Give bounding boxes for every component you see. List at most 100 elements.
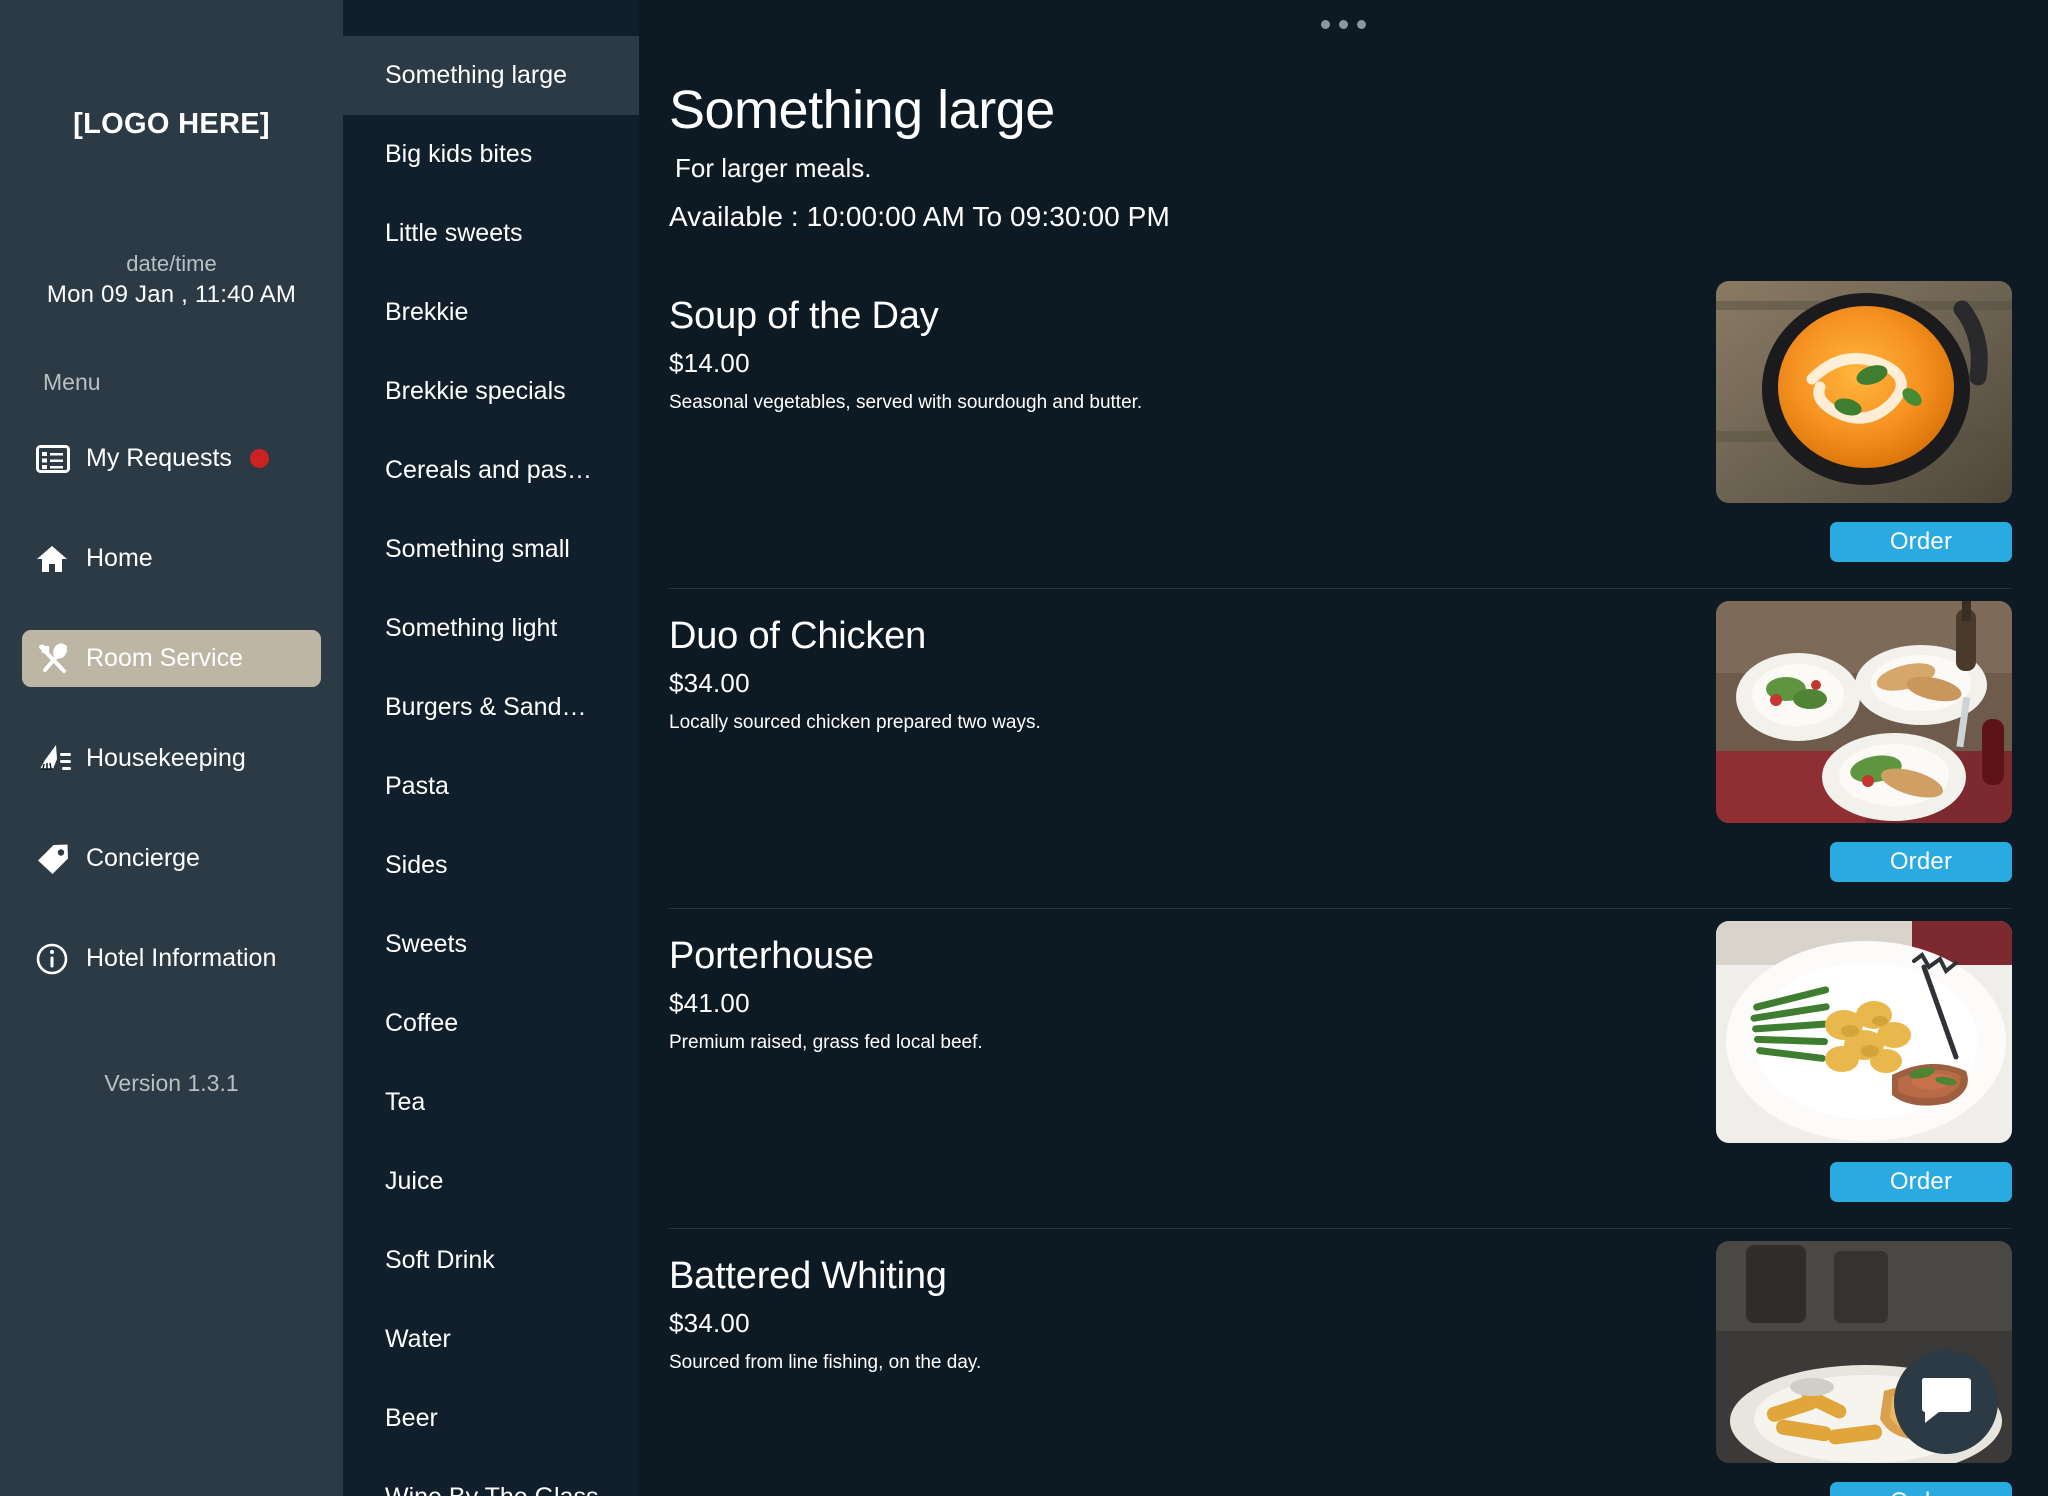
menu-item-name: Duo of Chicken bbox=[669, 614, 927, 657]
chat-button[interactable] bbox=[1894, 1350, 1998, 1454]
menu-item-info: Battered Whiting $34.00 Sourced from lin… bbox=[669, 1229, 1716, 1496]
category-item[interactable]: Pasta bbox=[343, 747, 639, 826]
category-label: Juice bbox=[385, 1167, 444, 1195]
category-label: Pasta bbox=[385, 772, 449, 800]
cutlery-icon bbox=[36, 642, 78, 675]
category-label: Soft Drink bbox=[385, 1246, 495, 1274]
category-label: Something small bbox=[385, 535, 570, 563]
sidebar-item-label: Home bbox=[86, 544, 153, 572]
menu-item-info: Soup of the Day $14.00 Seasonal vegetabl… bbox=[669, 269, 1716, 562]
order-button[interactable]: Order bbox=[1830, 841, 2012, 882]
sidebar-item-my-requests[interactable]: My Requests bbox=[22, 430, 321, 487]
category-item[interactable]: Water bbox=[343, 1300, 639, 1379]
sidebar-item-hotel-information[interactable]: Hotel Information bbox=[22, 930, 321, 987]
category-item[interactable]: Beer bbox=[343, 1379, 639, 1458]
category-item[interactable]: Brekkie specials bbox=[343, 352, 639, 431]
category-label: Something large bbox=[385, 61, 568, 89]
datetime-label: date/time bbox=[126, 251, 217, 276]
category-item[interactable]: Sides bbox=[343, 826, 639, 905]
category-item[interactable]: Juice bbox=[343, 1142, 639, 1221]
availability-text: Available : 10:00:00 AM To 09:30:00 PM bbox=[669, 200, 1170, 232]
notification-badge bbox=[249, 449, 269, 468]
sidebar-item-label: My Requests bbox=[86, 444, 232, 472]
category-item[interactable]: Something light bbox=[343, 589, 639, 668]
category-item[interactable]: Something large bbox=[343, 36, 639, 115]
order-button[interactable]: Order bbox=[1830, 1481, 2012, 1496]
menu-item-name: Soup of the Day bbox=[669, 294, 939, 337]
category-label: Brekkie specials bbox=[385, 377, 566, 405]
category-item[interactable]: Soft Drink bbox=[343, 1221, 639, 1300]
chat-bubble-icon bbox=[1919, 1375, 1973, 1430]
info-icon bbox=[36, 943, 78, 975]
category-item[interactable]: Burgers & Sand… bbox=[343, 668, 639, 747]
category-item[interactable]: Sweets bbox=[343, 905, 639, 984]
category-label: Tea bbox=[385, 1088, 426, 1116]
category-item[interactable]: Cereals and pas… bbox=[343, 431, 639, 510]
app-root: [LOGO HERE] date/time Mon 09 Jan , 11:40… bbox=[0, 0, 2048, 1496]
drag-handle-row bbox=[639, 0, 2048, 38]
category-label: Burgers & Sand… bbox=[385, 693, 587, 721]
main-content: Something large For larger meals. Availa… bbox=[639, 0, 2048, 1496]
category-label: Cereals and pas… bbox=[385, 456, 593, 484]
menu-item-price: $41.00 bbox=[669, 987, 750, 1018]
menu-item-actions: Order bbox=[1716, 269, 2012, 562]
category-label: Little sweets bbox=[385, 219, 523, 247]
menu-item-name: Porterhouse bbox=[669, 934, 874, 977]
category-label: Wine By The Glass bbox=[385, 1483, 599, 1496]
category-label: Something light bbox=[385, 614, 558, 642]
page-title: Something large bbox=[669, 80, 1055, 140]
category-list: Something large Big kids bites Little sw… bbox=[343, 0, 639, 1496]
menu-item-image bbox=[1716, 920, 2012, 1143]
category-item[interactable]: Wine By The Glass bbox=[343, 1458, 639, 1496]
page-subtitle: For larger meals. bbox=[675, 152, 872, 183]
menu-item-info: Duo of Chicken $34.00 Locally sourced ch… bbox=[669, 589, 1716, 882]
menu-item-actions: Order bbox=[1716, 909, 2012, 1202]
menu-item-description: Locally sourced chicken prepared two way… bbox=[669, 711, 1041, 733]
menu-item-price: $34.00 bbox=[669, 1307, 750, 1338]
sidebar-item-label: Hotel Information bbox=[86, 944, 277, 972]
menu-item-row: Duo of Chicken $34.00 Locally sourced ch… bbox=[669, 589, 2012, 909]
category-item[interactable]: Big kids bites bbox=[343, 115, 639, 194]
menu-item-row: Battered Whiting $34.00 Sourced from lin… bbox=[669, 1229, 2012, 1496]
category-label: Coffee bbox=[385, 1009, 459, 1037]
sidebar: [LOGO HERE] date/time Mon 09 Jan , 11:40… bbox=[0, 0, 343, 1496]
menu-item-description: Seasonal vegetables, served with sourdou… bbox=[669, 391, 1143, 413]
menu-item-description: Sourced from line fishing, on the day. bbox=[669, 1351, 982, 1373]
home-icon bbox=[36, 544, 78, 574]
menu-item-actions: Order bbox=[1716, 589, 2012, 882]
sidebar-item-room-service[interactable]: Room Service bbox=[22, 630, 321, 687]
category-label: Water bbox=[385, 1325, 451, 1353]
category-item[interactable]: Something small bbox=[343, 510, 639, 589]
category-label: Big kids bites bbox=[385, 140, 533, 168]
menu-item-name: Battered Whiting bbox=[669, 1254, 947, 1297]
page-header: Something large For larger meals. Availa… bbox=[639, 38, 2048, 233]
broom-icon bbox=[36, 743, 78, 775]
category-item[interactable]: Little sweets bbox=[343, 194, 639, 273]
category-item[interactable]: Coffee bbox=[343, 984, 639, 1063]
list-icon bbox=[36, 444, 78, 473]
more-options-icon[interactable] bbox=[1321, 19, 1366, 29]
category-label: Sweets bbox=[385, 930, 467, 958]
sidebar-item-label: Room Service bbox=[86, 644, 243, 672]
category-item[interactable]: Brekkie bbox=[343, 273, 639, 352]
logo-placeholder: [LOGO HERE] bbox=[73, 108, 270, 140]
sidebar-nav: My Requests Home Room Service Housekeepi… bbox=[0, 430, 343, 1030]
tag-icon bbox=[36, 843, 78, 875]
menu-item-image bbox=[1716, 280, 2012, 503]
menu-item-price: $14.00 bbox=[669, 347, 750, 378]
menu-item-row: Soup of the Day $14.00 Seasonal vegetabl… bbox=[669, 269, 2012, 589]
order-button[interactable]: Order bbox=[1830, 521, 2012, 562]
menu-item-info: Porterhouse $41.00 Premium raised, grass… bbox=[669, 909, 1716, 1202]
sidebar-item-label: Housekeeping bbox=[86, 744, 246, 772]
order-button[interactable]: Order bbox=[1830, 1161, 2012, 1202]
menu-section-label: Menu bbox=[43, 369, 101, 395]
sidebar-item-concierge[interactable]: Concierge bbox=[22, 830, 321, 887]
category-label: Brekkie bbox=[385, 298, 469, 326]
category-item[interactable]: Tea bbox=[343, 1063, 639, 1142]
menu-item-description: Premium raised, grass fed local beef. bbox=[669, 1031, 983, 1053]
sidebar-item-housekeeping[interactable]: Housekeeping bbox=[22, 730, 321, 787]
sidebar-item-home[interactable]: Home bbox=[22, 530, 321, 587]
category-label: Sides bbox=[385, 851, 448, 879]
sidebar-item-label: Concierge bbox=[86, 844, 200, 872]
category-label: Beer bbox=[385, 1404, 438, 1432]
